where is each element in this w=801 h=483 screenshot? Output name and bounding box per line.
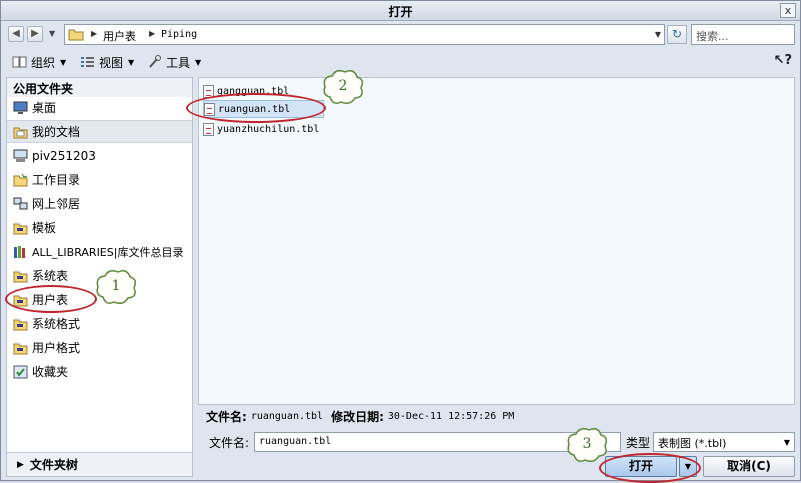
- address-dropdown-icon[interactable]: ▼: [655, 30, 661, 39]
- sidebar-item-10[interactable]: 系统格式: [7, 312, 192, 335]
- annotation-number: 3: [582, 436, 592, 452]
- sidebar-item-label: piv251203: [32, 148, 96, 163]
- organize-icon: [12, 56, 27, 68]
- annotation-cloud-1: 1: [93, 267, 139, 307]
- sidebar-item-7[interactable]: ALL_LIBRARIES|库文件总目录: [7, 240, 192, 263]
- annotation-ring-selected-file: [186, 93, 326, 123]
- sidebar-item-2[interactable]: 我的文档: [7, 120, 192, 143]
- open-file-dialog: 打开 x ◀ ▶ ▼ ▶ 用户表 ▶ Piping ▼ ↻ 搜索... 组织 ▼ …: [0, 0, 801, 483]
- folder-tree-toggle[interactable]: ▶ 文件夹树: [7, 452, 192, 476]
- annotation-ring-user-tables: [5, 285, 97, 313]
- chevron-down-icon: ▼: [195, 57, 202, 67]
- sidebar-item-11[interactable]: 用户格式: [7, 336, 192, 359]
- sidebar-item-label: 系统格式: [32, 317, 81, 331]
- sidebar-header: 公用文件夹: [7, 78, 192, 97]
- annotation-ring-open-button: [599, 453, 701, 483]
- chevron-down-icon: ▼: [783, 438, 790, 447]
- view-label: 视图: [99, 55, 124, 70]
- info-modified-label: 修改日期:: [331, 409, 384, 424]
- file-type-value: 表制图 (*.tbl): [658, 437, 727, 450]
- annotation-cloud-3: 3: [564, 425, 610, 465]
- tools-menu[interactable]: 工具 ▼: [147, 53, 201, 71]
- organize-menu[interactable]: 组织 ▼: [12, 53, 66, 71]
- history-dropdown-icon[interactable]: ▼: [49, 29, 55, 38]
- type-label: 类型: [626, 436, 651, 450]
- dialog-title: 打开: [388, 5, 413, 19]
- view-list-icon: [81, 57, 94, 67]
- address-row: ◀ ▶ ▼ ▶ 用户表 ▶ Piping ▼ ↻ 搜索...: [1, 21, 800, 47]
- sidebar-item-3[interactable]: piv251203: [7, 144, 192, 167]
- info-filename-value: ruanguan.tbl: [250, 410, 324, 422]
- sidebar-item-label: 我的文档: [32, 125, 81, 139]
- file-list[interactable]: gangguan.tbl ruanguan.tbl yuanzhuchilun.…: [198, 77, 795, 405]
- network-icon: [13, 197, 28, 211]
- sidebar-item-label: ALL_LIBRARIES|库文件总目录: [32, 245, 184, 259]
- sidebar-item-label: 系统表: [32, 269, 69, 283]
- info-filename-label: 文件名:: [206, 409, 247, 424]
- file-type-select[interactable]: 表制图 (*.tbl) ▼: [653, 432, 795, 452]
- favorites-icon: [13, 365, 28, 379]
- forward-button[interactable]: ▶: [27, 26, 43, 42]
- breadcrumb-user-tables[interactable]: 用户表: [103, 28, 136, 44]
- sidebar-item-12[interactable]: 收藏夹: [7, 360, 192, 383]
- filename-label: 文件名:: [209, 436, 250, 450]
- documents-folder-icon: [13, 125, 28, 139]
- sidebar-item-label: 模板: [32, 221, 57, 235]
- sidebar-item-5[interactable]: 网上邻居: [7, 192, 192, 215]
- breadcrumb-separator-icon[interactable]: ▶: [149, 29, 155, 38]
- sidebar-item-label: 收藏夹: [32, 365, 69, 379]
- folder-icon: [13, 221, 28, 235]
- folder-tree-label: 文件夹树: [29, 458, 78, 472]
- search-input[interactable]: 搜索...: [691, 24, 795, 45]
- address-bar[interactable]: ▶ 用户表 ▶ Piping ▼: [64, 24, 665, 45]
- tools-icon: [149, 55, 161, 68]
- sidebar-item-label: 桌面: [32, 101, 57, 115]
- sidebar-item-label: 用户格式: [32, 341, 81, 355]
- library-icon: [13, 245, 28, 259]
- annotation-cloud-2: 2: [320, 67, 366, 107]
- file-name: yuanzhuchilun.tbl: [217, 123, 320, 135]
- cancel-button[interactable]: 取消(C): [703, 456, 795, 477]
- chevron-down-icon: ▼: [60, 57, 67, 67]
- desktop-icon: [13, 101, 28, 115]
- help-cursor-icon[interactable]: ↖?: [774, 53, 792, 68]
- tbl-file-icon: [203, 122, 214, 136]
- breadcrumb-separator-icon[interactable]: ▶: [91, 29, 97, 38]
- computer-icon: [13, 149, 28, 163]
- sidebar-item-6[interactable]: 模板: [7, 216, 192, 239]
- title-bar: 打开 x: [1, 1, 800, 21]
- view-menu[interactable]: 视图 ▼: [80, 53, 134, 71]
- organize-label: 组织: [31, 55, 56, 70]
- chevron-down-icon: ▼: [128, 57, 135, 67]
- sidebar-item-1[interactable]: 桌面: [7, 96, 192, 119]
- sidebar-item-label: 工作目录: [32, 173, 81, 187]
- expand-arrow-icon: ▶: [17, 459, 24, 470]
- close-button[interactable]: x: [780, 3, 796, 18]
- work-folder-icon: [13, 173, 28, 187]
- annotation-number: 1: [111, 278, 121, 294]
- sidebar-item-4[interactable]: 工作目录: [7, 168, 192, 191]
- back-button[interactable]: ◀: [8, 26, 24, 42]
- folder-icon: [68, 29, 84, 41]
- folder-icon: [13, 341, 28, 355]
- sidebar-item-label: 网上邻居: [32, 197, 81, 211]
- annotation-number: 2: [338, 78, 348, 94]
- info-modified-value: 30-Dec-11 12:57:26 PM: [387, 410, 515, 422]
- folder-icon: [13, 269, 28, 283]
- refresh-button[interactable]: ↻: [667, 25, 687, 44]
- folder-icon: [13, 317, 28, 331]
- tools-label: 工具: [166, 55, 191, 70]
- breadcrumb-piping[interactable]: Piping: [161, 29, 197, 40]
- toolbar: 组织 ▼ 视图 ▼ 工具 ▼: [1, 48, 800, 76]
- file-info-bar: 文件名: ruanguan.tbl 修改日期: 30-Dec-11 12:57:…: [206, 407, 514, 425]
